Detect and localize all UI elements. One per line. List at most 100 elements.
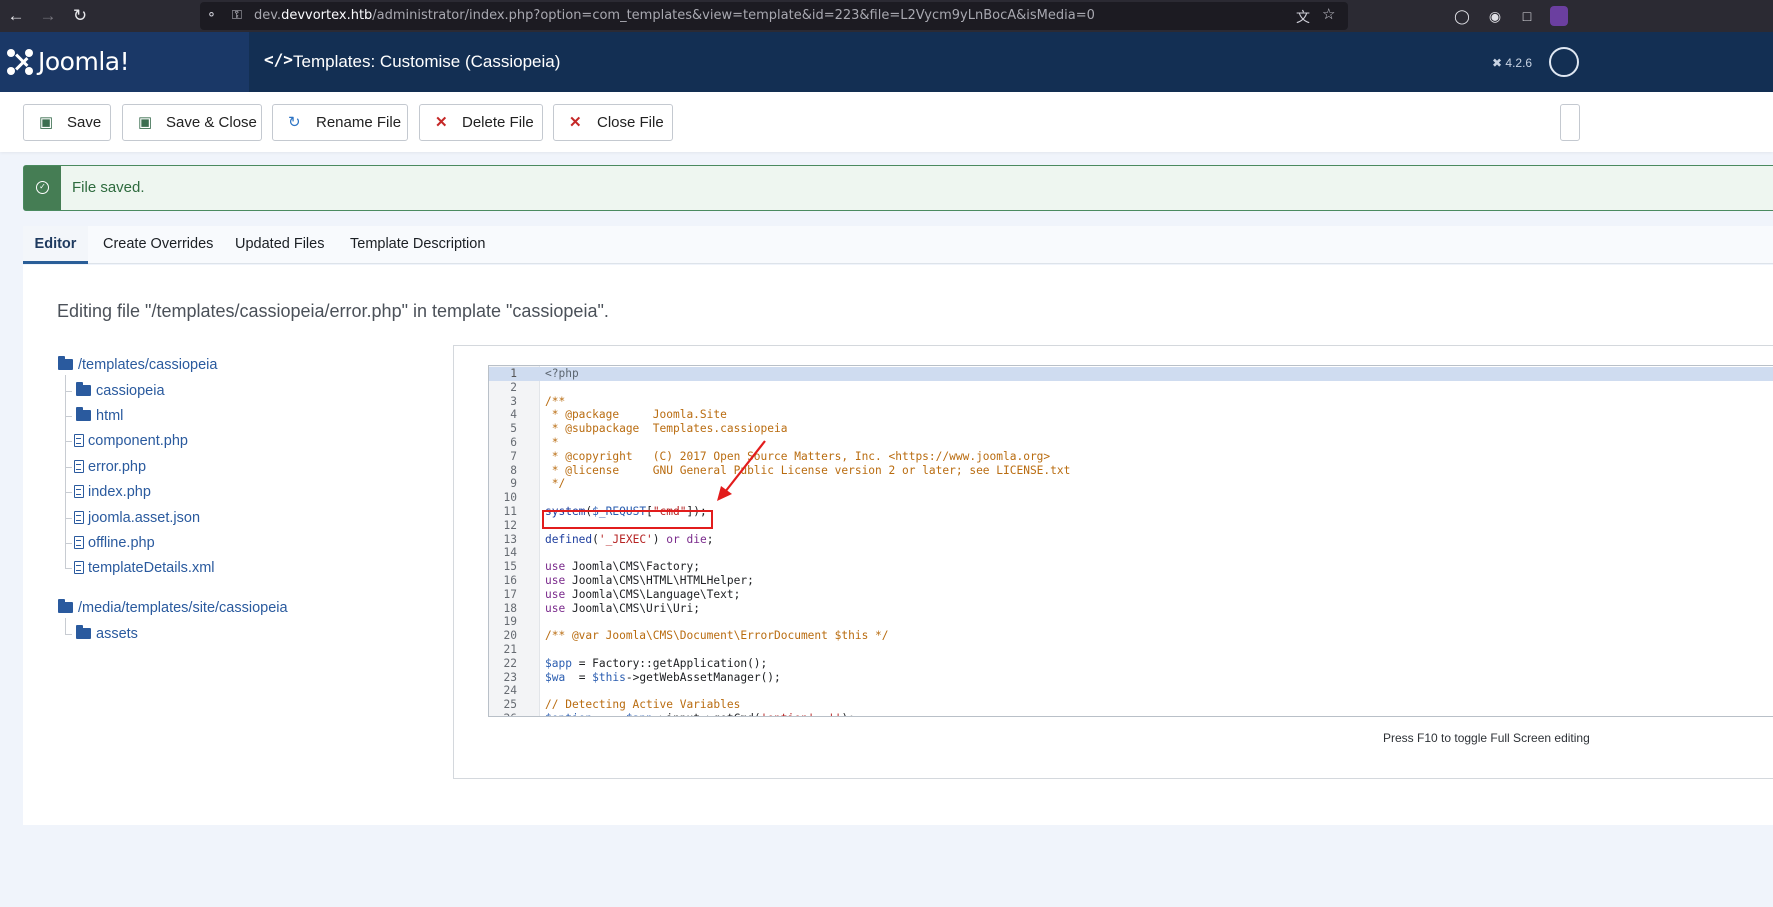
line-content: /**	[545, 394, 566, 408]
arrow-left-icon[interactable]: ←	[4, 4, 28, 28]
code-line[interactable]: 24	[489, 684, 1773, 698]
tree-file-index-php[interactable]: index.php	[74, 482, 151, 502]
folder-icon	[76, 625, 91, 639]
code-line[interactable]: 25 // Detecting Active Variables	[489, 698, 1773, 712]
pocket-icon[interactable]: ◯	[1452, 6, 1472, 26]
tab-updated-files[interactable]: Updated Files	[235, 226, 324, 264]
tree-file-joomla-asset-json[interactable]: joomla.asset.json	[74, 508, 200, 528]
translate-icon[interactable]: 文	[1296, 7, 1310, 27]
code-line[interactable]: 19	[489, 615, 1773, 629]
shield-icon[interactable]: ⚬	[206, 7, 217, 23]
tree-item-label: html	[96, 408, 124, 424]
star-icon[interactable]: ☆	[1322, 5, 1335, 23]
code-line[interactable]: 6 *	[489, 436, 1773, 450]
code-line[interactable]: 8 * @license GNU General Public License …	[489, 464, 1773, 478]
tree-item-label: templateDetails.xml	[88, 560, 215, 576]
line-number: 8	[510, 463, 517, 477]
url-text[interactable]: dev.devvortex.htb/administrator/index.ph…	[254, 8, 1095, 23]
floppy-disk-icon: ▣	[138, 114, 153, 131]
check-circle-icon: ✓	[36, 181, 49, 194]
code-line[interactable]: 14	[489, 546, 1773, 560]
lock-icon[interactable]: ⚿	[232, 7, 242, 23]
tree-connector	[65, 391, 72, 392]
code-line[interactable]: 5 * @subpackage Templates.cassiopeia	[489, 422, 1773, 436]
code-editor[interactable]: 1 <?php 2 3/** 4 * @package Joomla.Site 5 * @…	[488, 365, 1773, 717]
line-number: 1	[510, 367, 517, 380]
logo-text: Joomla!	[38, 47, 130, 76]
fullscreen-hint: Press F10 to toggle Full Screen editing	[1383, 731, 1590, 745]
code-line[interactable]: 17 use Joomla\CMS\Language\Text;	[489, 588, 1773, 602]
joomla-header: Joomla! </> Templates: Customise (Cassio…	[0, 32, 1773, 92]
code-line[interactable]: 15 use Joomla\CMS\Factory;	[489, 560, 1773, 574]
line-content: use Joomla\CMS\Factory;	[545, 560, 700, 574]
line-number: 12	[503, 518, 517, 532]
code-line[interactable]: 9 */	[489, 477, 1773, 491]
tab-editor[interactable]: Editor	[23, 226, 88, 264]
extension-badge-icon[interactable]	[1550, 6, 1568, 26]
url-path: /administrator/index.php?option=com_temp…	[372, 8, 1095, 23]
code-line[interactable]: 2	[489, 381, 1773, 395]
save-button[interactable]: ▣ Save	[23, 104, 111, 141]
rename-file-button[interactable]: ↻ Rename File	[272, 104, 408, 141]
reload-icon[interactable]: ↻	[68, 4, 92, 28]
line-content: * @license GNU General Public License ve…	[545, 463, 1071, 477]
line-number: 21	[503, 643, 517, 656]
code-line[interactable]: 26 $option = $app->input->getCmd('option'…	[489, 712, 1773, 716]
tree-file-error-php[interactable]: error.php	[74, 457, 146, 477]
line-content: * @subpackage Templates.cassiopeia	[545, 422, 788, 436]
code-line[interactable]: 20 /** @var Joomla\CMS\Document\ErrorDocu…	[489, 629, 1773, 643]
tree-folder-templates-cassiopeia[interactable]: /templates/cassiopeia	[58, 355, 217, 375]
line-number: 7	[510, 449, 517, 463]
tree-item-label: component.php	[88, 433, 188, 449]
delete-file-button[interactable]: ✕ Delete File	[419, 104, 543, 141]
line-content: use Joomla\CMS\Language\Text;	[545, 587, 741, 601]
code-line[interactable]: 22 $app = Factory::getApplication();	[489, 657, 1773, 671]
code-line[interactable]: 18 use Joomla\CMS\Uri\Uri;	[489, 602, 1773, 616]
line-number: 13	[503, 532, 517, 546]
tree-file-component-php[interactable]: component.php	[74, 431, 188, 451]
line-number: 10	[503, 491, 517, 505]
tab-template-description[interactable]: Template Description	[350, 226, 485, 264]
account-icon[interactable]: ◉	[1485, 6, 1505, 26]
tab-create-overrides[interactable]: Create Overrides	[103, 226, 213, 264]
code-line[interactable]: 1 <?php	[489, 367, 1773, 381]
address-bar[interactable]: ⚬ ⚿ dev.devvortex.htb/administrator/inde…	[200, 2, 1348, 30]
file-icon	[74, 561, 84, 574]
tree-folder-assets[interactable]: assets	[76, 624, 138, 644]
version-number: 4.2.6	[1505, 56, 1533, 70]
line-number: 18	[503, 601, 517, 615]
header-menu-button[interactable]	[1549, 47, 1579, 77]
code-line[interactable]: 23 $wa = $this->getWebAssetManager();	[489, 671, 1773, 685]
code-line[interactable]: 16 use Joomla\CMS\HTML\HTMLHelper;	[489, 574, 1773, 588]
tree-folder-media-templates[interactable]: /media/templates/site/cassiopeia	[58, 598, 288, 618]
toolbar-options-button[interactable]	[1560, 104, 1580, 141]
tree-item-label: cassiopeia	[96, 383, 165, 399]
rename-file-label: Rename File	[316, 114, 402, 131]
code-icon: </>	[264, 50, 293, 69]
code-line[interactable]: 7 * @copyright (C) 2017 Open Source Matt…	[489, 450, 1773, 464]
tree-connector	[65, 492, 72, 493]
save-close-button[interactable]: ▣ Save & Close	[122, 104, 262, 141]
code-line[interactable]: 4 * @package Joomla.Site	[489, 408, 1773, 422]
editor-card: Editing file "/templates/cassiopeia/erro…	[23, 265, 1773, 825]
folder-icon	[76, 382, 91, 396]
save-label: Save	[67, 114, 102, 131]
refresh-icon: ↻	[288, 114, 301, 131]
tree-file-templatedetails-xml[interactable]: templateDetails.xml	[74, 558, 215, 578]
tree-folder-html[interactable]: html	[76, 406, 123, 426]
tree-file-offline-php[interactable]: offline.php	[74, 533, 155, 553]
close-file-label: Close File	[597, 114, 664, 131]
puzzle-icon[interactable]: □	[1517, 6, 1537, 26]
version-label: ✖ 4.2.6	[1492, 56, 1533, 70]
tree-guide-line	[65, 618, 66, 635]
tree-folder-cassiopeia[interactable]: cassiopeia	[76, 381, 165, 401]
logo-area[interactable]: Joomla!	[0, 32, 249, 92]
code-line[interactable]: 10	[489, 491, 1773, 505]
line-content: defined('_JEXEC') or die;	[545, 532, 714, 546]
code-line[interactable]: 3 /**	[489, 395, 1773, 409]
arrow-right-icon[interactable]: →	[36, 4, 60, 28]
code-line[interactable]: 13 defined('_JEXEC') or die;	[489, 533, 1773, 547]
folder-icon	[76, 407, 91, 421]
close-file-button[interactable]: ✕ Close File	[553, 104, 673, 141]
code-line[interactable]: 21	[489, 643, 1773, 657]
